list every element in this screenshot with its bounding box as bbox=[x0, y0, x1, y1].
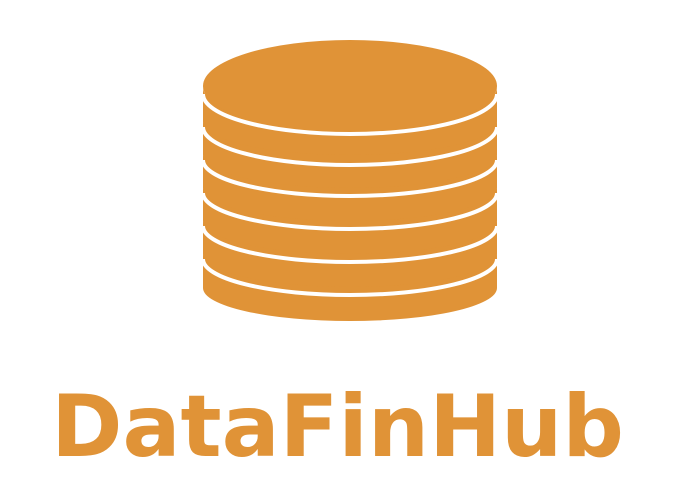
logo: DataFinHub bbox=[0, 0, 675, 503]
database-stack-icon bbox=[201, 40, 499, 321]
brand-name: DataFinHub bbox=[51, 377, 624, 477]
